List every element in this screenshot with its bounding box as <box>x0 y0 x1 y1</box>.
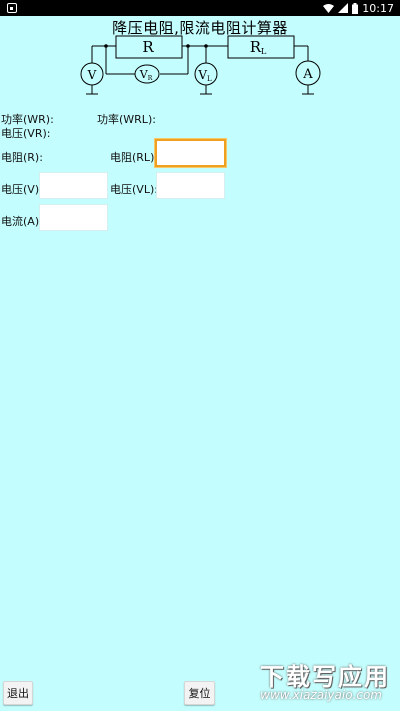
voltage-vl-field[interactable] <box>156 172 225 199</box>
wifi-icon <box>323 3 335 13</box>
exit-button[interactable]: 退出 <box>3 681 33 705</box>
voltmeter-vr-label: VR <box>139 68 153 82</box>
voltage-v-input[interactable] <box>40 173 107 198</box>
voltage-vr-label: 电压(VR): <box>1 127 51 140</box>
resistor-r-label: R <box>142 38 154 56</box>
status-time: 10:17 <box>362 1 394 15</box>
circuit-diagram: R RL V VR VL A <box>80 35 321 95</box>
resistance-r-label: 电阻(R): <box>1 151 43 164</box>
resistance-rl-input[interactable] <box>157 141 224 165</box>
current-a-field[interactable] <box>39 204 108 231</box>
resistor-rl-label: RL <box>250 38 267 56</box>
app-notification-icon <box>7 3 17 13</box>
status-icons: 10:17 <box>323 0 394 16</box>
ammeter-a-label: A <box>302 67 313 82</box>
voltage-v-label: 电压(V): <box>1 183 43 196</box>
reset-button[interactable]: 复位 <box>184 681 215 705</box>
status-bar: 10:17 <box>0 0 400 16</box>
current-a-input[interactable] <box>40 205 107 230</box>
signal-icon <box>338 3 349 13</box>
voltage-vl-input[interactable] <box>157 173 224 198</box>
current-a-label: 电流(A): <box>1 215 43 228</box>
power-wrl-label: 功率(WRL): <box>97 113 156 126</box>
resistance-rl-field[interactable] <box>155 139 226 167</box>
voltage-v-field[interactable] <box>39 172 108 199</box>
watermark: 下载写应用 www.xiazaiyaio.com <box>236 655 396 705</box>
watermark-main: 下载写应用 <box>260 663 390 691</box>
watermark-sub: www.xiazaiyaio.com <box>260 688 382 702</box>
resistance-rl-label: 电阻(RL): <box>110 151 159 164</box>
voltmeter-v-label: V <box>87 68 97 82</box>
voltage-vl-label: 电压(VL): <box>110 183 158 196</box>
voltmeter-vl-label: VL <box>197 68 212 83</box>
battery-icon <box>352 2 359 14</box>
